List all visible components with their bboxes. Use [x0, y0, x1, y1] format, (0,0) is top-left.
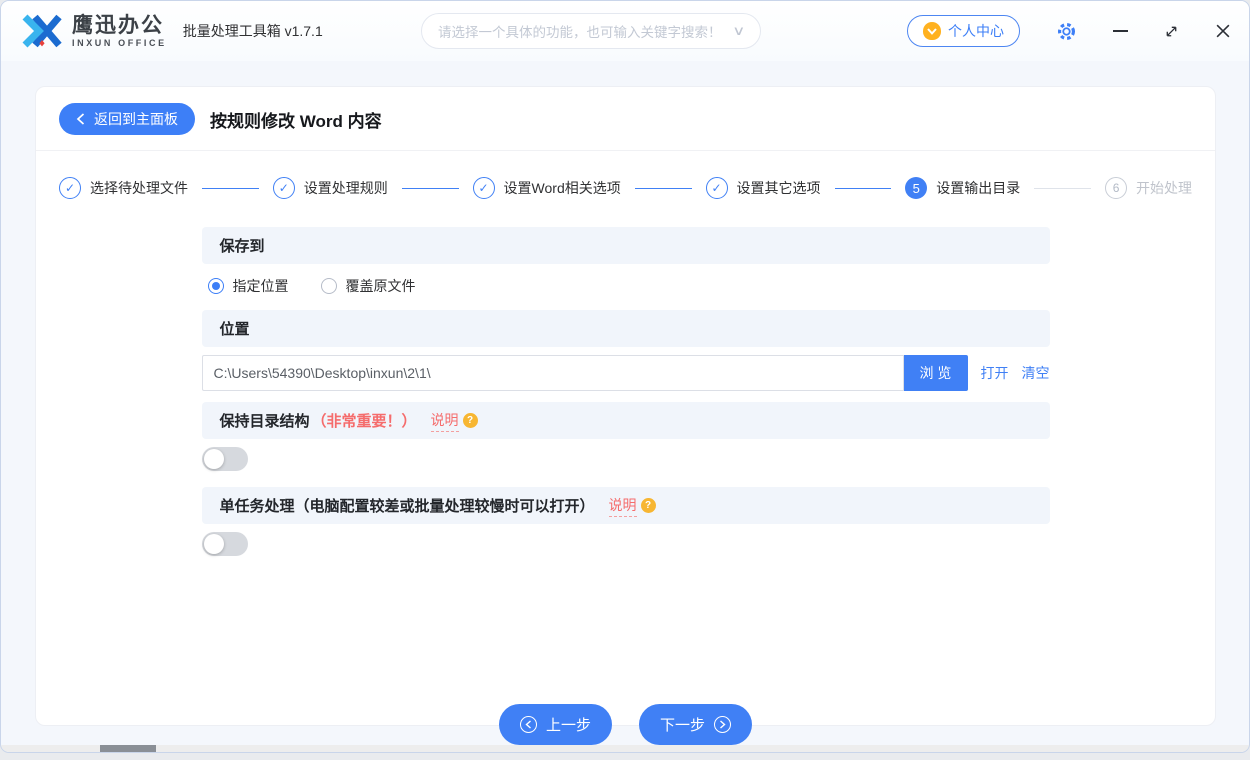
step-number: 5	[905, 177, 928, 199]
page-title: 按规则修改 Word 内容	[210, 111, 382, 131]
toggle-knob	[203, 534, 224, 554]
radio-option[interactable]: 指定位置	[207, 276, 289, 296]
app-version-title: 批量处理工具箱 v1.7.1	[182, 23, 323, 39]
save-to-header: 保存到	[201, 227, 1050, 264]
radio-option[interactable]: 覆盖原文件	[320, 276, 416, 296]
radio-icon	[207, 278, 224, 294]
radio-label: 指定位置	[232, 278, 289, 294]
step-4[interactable]: ✓ 设置其它选项	[705, 177, 821, 199]
step-label: 开始处理	[1136, 180, 1193, 196]
function-select[interactable]: 请选择一个具体的功能，也可输入关键字搜索！ ∨	[421, 13, 761, 49]
single-task-toggle[interactable]	[201, 532, 248, 556]
step-5[interactable]: 5 设置输出目录	[905, 177, 1020, 199]
brand-name: 鹰迅办公	[72, 13, 164, 37]
location-header: 位置	[201, 310, 1050, 347]
restore-button[interactable]	[1164, 24, 1179, 39]
circle-chevron-right-icon	[714, 716, 732, 733]
back-button[interactable]: 返回到主面板	[59, 103, 195, 135]
location-header-label: 位置	[219, 321, 250, 338]
question-icon[interactable]: ?	[462, 413, 478, 428]
close-button[interactable]	[1215, 23, 1231, 39]
radio-icon	[320, 278, 337, 294]
step-label: 设置其它选项	[736, 180, 821, 196]
step-label: 选择待处理文件	[90, 180, 188, 196]
step-connector	[1034, 187, 1092, 189]
step-connector	[202, 187, 259, 189]
prev-step-button[interactable]: 上一步	[498, 704, 612, 745]
step-1[interactable]: ✓ 选择待处理文件	[59, 177, 188, 199]
next-step-button[interactable]: 下一步	[639, 704, 753, 745]
resize-icon	[1166, 26, 1177, 36]
vip-icon	[923, 22, 941, 40]
step-2[interactable]: ✓ 设置处理规则	[272, 177, 388, 199]
step-number: 6	[1105, 177, 1128, 199]
save-to-header-label: 保存到	[219, 238, 265, 255]
keep-structure-warning: （非常重要！）	[311, 413, 417, 430]
keep-structure-help-link[interactable]: 说明	[430, 410, 459, 432]
title-bar: 鹰迅办公 INXUN OFFICE 批量处理工具箱 v1.7.1 请选择一个具体…	[1, 1, 1249, 61]
card-header: 返回到主面板 按规则修改 Word 内容	[36, 87, 1215, 151]
chevron-left-icon	[76, 113, 85, 125]
open-link[interactable]: 打开	[981, 363, 1009, 383]
step-check-icon: ✓	[705, 177, 728, 199]
function-select-placeholder: 请选择一个具体的功能，也可输入关键字搜索！	[438, 25, 722, 40]
user-center-button[interactable]: 个人中心	[907, 15, 1020, 47]
titlebar-controls: 个人中心	[907, 1, 1231, 61]
step-connector	[834, 187, 892, 189]
location-input-row: 浏 览 打开 清空	[201, 355, 1050, 391]
keep-structure-toggle[interactable]	[201, 447, 248, 471]
logo: 鹰迅办公 INXUN OFFICE	[21, 13, 167, 49]
step-6[interactable]: 6 开始处理	[1105, 177, 1192, 199]
desktop-strip-segment	[100, 745, 156, 752]
back-button-label: 返回到主面板	[94, 111, 178, 127]
step-indicator: ✓ 选择待处理文件 ✓ 设置处理规则 ✓ 设置Word相关选项 ✓ 设置其它选项 5 设置输出目录…	[36, 151, 1215, 217]
browse-button[interactable]: 浏 览	[903, 355, 968, 391]
main-card: 返回到主面板 按规则修改 Word 内容 ✓ 选择待处理文件 ✓ 设置处理规则 ✓ 设置W…	[35, 86, 1216, 745]
logo-icon	[22, 14, 62, 48]
brand-subtitle: INXUN OFFICE	[72, 37, 167, 48]
brand-text: 鹰迅办公 INXUN OFFICE	[72, 15, 167, 48]
single-task-help-link[interactable]: 说明	[608, 495, 637, 517]
desktop-strip	[1, 745, 1249, 752]
step-connector	[634, 187, 692, 189]
save-to-options: 指定位置 覆盖原文件	[202, 264, 1050, 308]
question-icon[interactable]: ?	[640, 498, 656, 513]
clear-link[interactable]: 清空	[1022, 363, 1050, 383]
user-center-label: 个人中心	[948, 23, 1004, 39]
toggle-knob	[203, 449, 224, 469]
minimize-button[interactable]	[1113, 30, 1128, 32]
step-connector	[401, 187, 459, 189]
step-3[interactable]: ✓ 设置Word相关选项	[472, 177, 621, 199]
step-label: 设置Word相关选项	[503, 180, 621, 196]
app-window: 鹰迅办公 INXUN OFFICE 批量处理工具箱 v1.7.1 请选择一个具体…	[0, 0, 1250, 753]
next-step-label: 下一步	[660, 717, 706, 734]
prev-step-label: 上一步	[545, 717, 591, 734]
single-task-header: 单任务处理（电脑配置较差或批量处理较慢时可以打开） 说明 ?	[201, 487, 1050, 524]
step-check-icon: ✓	[272, 177, 295, 199]
step-label: 设置输出目录	[936, 180, 1021, 196]
radio-label: 覆盖原文件	[345, 278, 416, 294]
circle-chevron-left-icon	[519, 716, 537, 733]
step-check-icon: ✓	[472, 177, 495, 199]
settings-gear-icon[interactable]	[1056, 21, 1077, 42]
minimize-icon	[1113, 30, 1128, 32]
form-content: 保存到 指定位置 覆盖原文件 位置 浏 览 打开 清空 保持目录结构 （非常重要！…	[201, 227, 1050, 556]
single-task-toggle-row	[201, 532, 1050, 556]
keep-structure-title: 保持目录结构	[219, 413, 310, 430]
page-body: 返回到主面板 按规则修改 Word 内容 ✓ 选择待处理文件 ✓ 设置处理规则 ✓ 设置W…	[1, 61, 1249, 752]
keep-structure-toggle-row	[201, 447, 1050, 471]
chevron-down-icon: ∨	[732, 23, 746, 38]
keep-structure-header: 保持目录结构 （非常重要！） 说明 ?	[201, 402, 1050, 439]
step-check-icon: ✓	[59, 177, 81, 199]
step-label: 设置处理规则	[303, 180, 388, 196]
wizard-footer: 上一步 下一步	[36, 704, 1215, 745]
output-path-input[interactable]	[201, 355, 904, 391]
single-task-title: 单任务处理（电脑配置较差或批量处理较慢时可以打开）	[219, 498, 595, 515]
close-icon	[1216, 24, 1230, 38]
